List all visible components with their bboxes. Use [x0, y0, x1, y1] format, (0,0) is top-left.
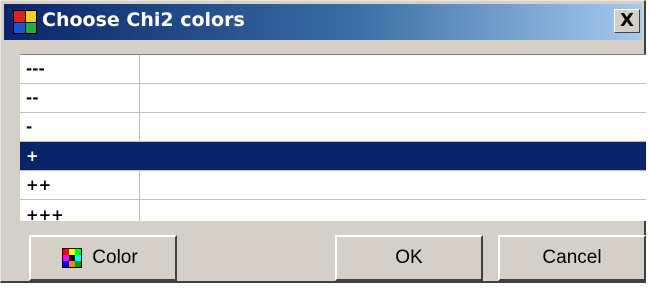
grid-row-selected[interactable]: +	[20, 142, 646, 171]
cancel-button[interactable]: Cancel	[498, 235, 646, 281]
grid-row[interactable]: ---	[20, 55, 646, 84]
row-label: +	[20, 142, 140, 170]
row-color-cell[interactable]	[140, 142, 646, 170]
ok-button[interactable]: OK	[335, 235, 483, 281]
row-color-cell[interactable]	[140, 171, 646, 199]
grid-row[interactable]: +++	[20, 200, 646, 221]
row-color-cell[interactable]	[140, 200, 646, 221]
app-window-icon	[13, 10, 37, 34]
row-color-cell[interactable]	[140, 113, 646, 141]
row-label: ++	[20, 171, 140, 199]
grid-row[interactable]: -	[20, 113, 646, 142]
row-label: -	[20, 113, 140, 141]
grid-row[interactable]: --	[20, 84, 646, 113]
close-button[interactable]: X	[614, 9, 640, 33]
row-color-cell[interactable]	[140, 84, 646, 112]
color-button[interactable]: Color	[29, 235, 177, 281]
window-title: Choose Chi2 colors	[42, 9, 245, 31]
title-bar[interactable]: Choose Chi2 colors X	[4, 4, 642, 40]
row-color-cell[interactable]	[140, 55, 646, 83]
row-label: --	[20, 84, 140, 112]
color-button-label: Color	[92, 247, 138, 268]
row-label: ---	[20, 55, 140, 83]
chi2-colors-dialog: Choose Chi2 colors X --- -- - + ++ +++ C…	[0, 0, 646, 283]
palette-icon	[62, 248, 83, 268]
color-grid[interactable]: --- -- - + ++ +++	[20, 54, 646, 221]
grid-row[interactable]: ++	[20, 171, 646, 200]
row-label: +++	[20, 200, 140, 221]
